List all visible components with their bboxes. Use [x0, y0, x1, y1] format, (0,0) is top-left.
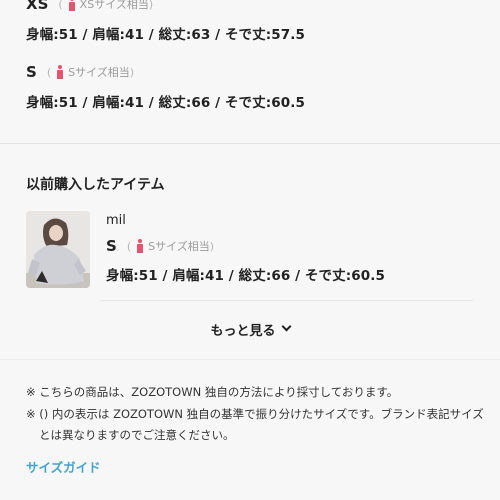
- size-name: S: [26, 63, 37, 81]
- section-divider: [0, 143, 500, 144]
- item-size: S ( Sサイズ相当 ): [106, 236, 214, 256]
- section-title: 以前購入したアイテム: [26, 177, 165, 193]
- size-guide-link[interactable]: サイズガイド: [26, 457, 101, 476]
- item-measurements: 身幅:51 / 肩幅:41 / 総丈:66 / そで丈:60.5: [106, 268, 385, 284]
- person-icon: [136, 239, 144, 253]
- item-thumbnail[interactable]: [26, 211, 90, 288]
- size-row-s: S ( Sサイズ相当 ) 身幅:51 / 肩幅:41 / 総丈:66 / そで丈…: [26, 62, 305, 111]
- person-icon: [68, 0, 76, 11]
- size-name: S: [106, 237, 117, 255]
- section-divider: [0, 359, 500, 360]
- show-more-label: もっと見る: [210, 323, 276, 339]
- note-measurement-method: ※ こちらの商品は、ZOZOTOWN 独自の方法により採寸しております。: [26, 385, 399, 399]
- size-name: XS: [26, 0, 49, 13]
- note-size-mapping: ※ () 内の表示は ZOZOTOWN 独自の基準で振り分けたサイズです。ブラン…: [26, 406, 484, 443]
- person-icon: [56, 65, 64, 79]
- size-equivalent: ( Sサイズ相当 ): [46, 65, 135, 79]
- item-photo: [26, 211, 90, 288]
- size-row-xs: XS ( XSサイズ相当 ) 身幅:51 / 肩幅:41 / 総丈:63 / そ…: [26, 0, 305, 43]
- item-divider: [100, 300, 473, 301]
- show-more-button[interactable]: もっと見る: [150, 316, 350, 342]
- size-equivalent: ( XSサイズ相当 ): [58, 0, 153, 12]
- notes: ※ こちらの商品は、ZOZOTOWN 独自の方法により採寸しております。 ※ (…: [26, 382, 486, 447]
- item-brand: mil: [106, 213, 126, 228]
- size-equivalent: ( Sサイズ相当 ): [126, 239, 215, 253]
- size-measurements: 身幅:51 / 肩幅:41 / 総丈:66 / そで丈:60.5: [26, 95, 305, 111]
- size-measurements: 身幅:51 / 肩幅:41 / 総丈:63 / そで丈:57.5: [26, 27, 305, 43]
- chevron-down-icon: [281, 321, 291, 332]
